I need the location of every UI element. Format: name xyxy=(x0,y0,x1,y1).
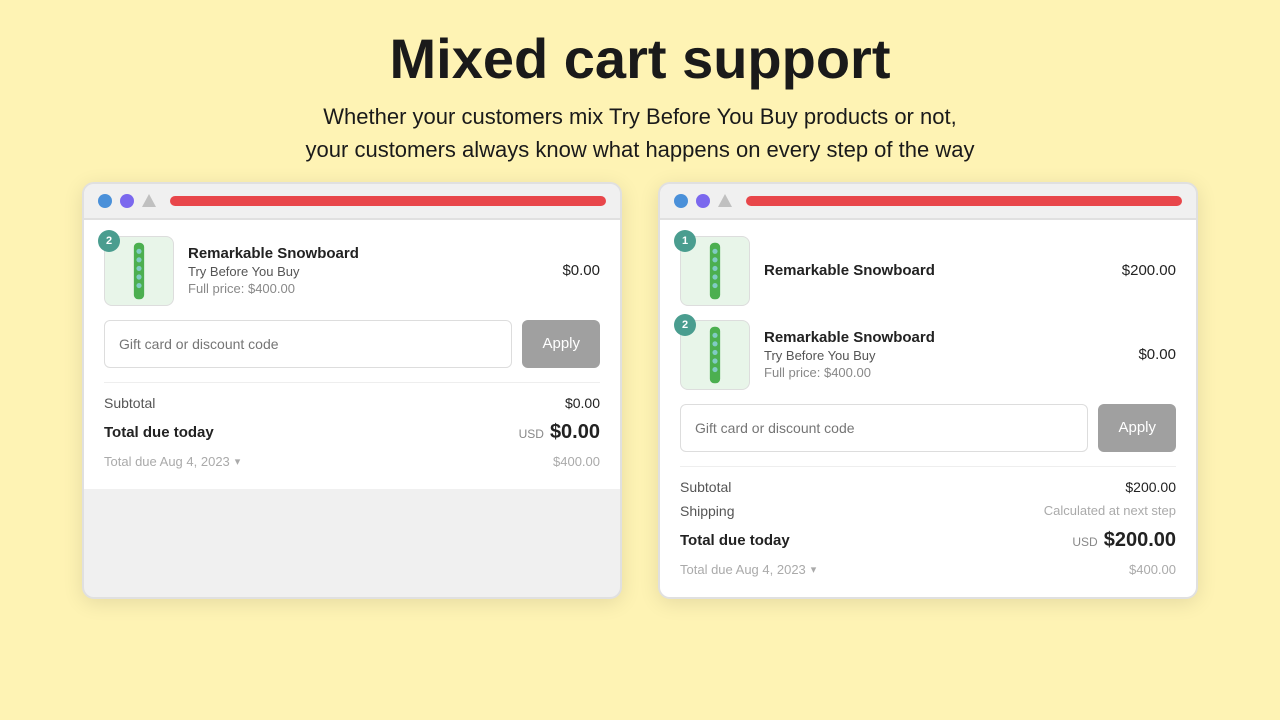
left-product-full-price: Full price: $400.00 xyxy=(188,281,548,296)
left-subtotal-row: Subtotal $0.00 xyxy=(104,391,600,415)
right-product1-name: Remarkable Snowboard xyxy=(764,262,1108,279)
left-subtotal-label: Subtotal xyxy=(104,395,155,411)
left-chevron-icon: ▾ xyxy=(235,455,241,468)
right-total-currency: USD xyxy=(1072,535,1097,549)
right-product2-tag: Try Before You Buy xyxy=(764,348,1124,363)
right-total-amount: $200.00 xyxy=(1104,529,1176,552)
right-product1-image-wrapper: 1 xyxy=(680,236,750,306)
right-total-row: Total due today USD $200.00 xyxy=(680,523,1176,558)
right-dot-triangle-icon xyxy=(718,194,732,207)
right-cart-window: 1 Remarkable Snowboard xyxy=(658,182,1198,599)
right-browser-bar xyxy=(660,184,1196,220)
left-apply-button[interactable]: Apply xyxy=(522,320,600,368)
right-chevron-icon: ▾ xyxy=(811,563,817,576)
right-url-bar xyxy=(746,196,1182,206)
left-product-info: Remarkable Snowboard Try Before You Buy … xyxy=(188,245,548,296)
left-browser-bar xyxy=(84,184,620,220)
left-total-value-group: USD $0.00 xyxy=(519,421,600,444)
right-future-value: $400.00 xyxy=(1129,562,1176,577)
right-future-label: Total due Aug 4, 2023 ▾ xyxy=(680,562,816,577)
left-total-row: Total due today USD $0.00 xyxy=(104,415,600,450)
right-subtotal-value: $200.00 xyxy=(1125,479,1176,495)
right-cart-content: 1 Remarkable Snowboard xyxy=(660,220,1196,597)
page-title: Mixed cart support xyxy=(306,28,975,90)
right-total-label: Total due today xyxy=(680,532,790,549)
right-divider xyxy=(680,466,1176,467)
right-subtotal-label: Subtotal xyxy=(680,479,731,495)
left-subtotal-value: $0.00 xyxy=(565,395,600,411)
right-discount-input[interactable] xyxy=(680,404,1088,452)
right-product1-info: Remarkable Snowboard xyxy=(764,262,1108,279)
dot-triangle-icon xyxy=(142,194,156,207)
right-product2-name: Remarkable Snowboard xyxy=(764,329,1124,346)
carts-container: 2 Remarkable Snowboard T xyxy=(0,182,1280,599)
right-shipping-row: Shipping Calculated at next step xyxy=(680,499,1176,523)
dot-blue-icon xyxy=(98,194,112,208)
right-dot-purple-icon xyxy=(696,194,710,208)
right-future-row: Total due Aug 4, 2023 ▾ $400.00 xyxy=(680,558,1176,581)
right-product2-info: Remarkable Snowboard Try Before You Buy … xyxy=(764,329,1124,380)
left-product-tag: Try Before You Buy xyxy=(188,264,548,279)
right-apply-button[interactable]: Apply xyxy=(1098,404,1176,452)
right-product1-price: $200.00 xyxy=(1122,262,1176,279)
right-product2-price: $0.00 xyxy=(1138,346,1176,363)
right-product2-item: 2 Remarkable Snowboard T xyxy=(680,320,1176,390)
left-discount-row: Apply xyxy=(104,320,600,368)
left-total-amount: $0.00 xyxy=(550,421,600,444)
right-product2-full-price: Full price: $400.00 xyxy=(764,365,1124,380)
dot-purple-icon xyxy=(120,194,134,208)
left-badge: 2 xyxy=(98,230,120,252)
right-total-value-group: USD $200.00 xyxy=(1072,529,1176,552)
left-product-item: 2 Remarkable Snowboard T xyxy=(104,236,600,306)
left-future-label: Total due Aug 4, 2023 ▾ xyxy=(104,454,240,469)
page-subtitle: Whether your customers mix Try Before Yo… xyxy=(306,100,975,166)
right-badge1: 1 xyxy=(674,230,696,252)
page-header: Mixed cart support Whether your customer… xyxy=(286,0,995,182)
right-dot-blue-icon xyxy=(674,194,688,208)
right-shipping-value: Calculated at next step xyxy=(1044,503,1176,518)
left-divider xyxy=(104,382,600,383)
left-product-name: Remarkable Snowboard xyxy=(188,245,548,262)
right-badge2: 2 xyxy=(674,314,696,336)
right-subtotal-row: Subtotal $200.00 xyxy=(680,475,1176,499)
right-product2-image-wrapper: 2 xyxy=(680,320,750,390)
left-total-currency: USD xyxy=(519,427,544,441)
left-product-image-wrapper: 2 xyxy=(104,236,174,306)
left-discount-input[interactable] xyxy=(104,320,512,368)
left-cart-content: 2 Remarkable Snowboard T xyxy=(84,220,620,489)
url-bar xyxy=(170,196,606,206)
right-product1-item: 1 Remarkable Snowboard xyxy=(680,236,1176,306)
left-future-value: $400.00 xyxy=(553,454,600,469)
right-shipping-label: Shipping xyxy=(680,503,735,519)
left-future-row: Total due Aug 4, 2023 ▾ $400.00 xyxy=(104,450,600,473)
right-discount-row: Apply xyxy=(680,404,1176,452)
left-cart-window: 2 Remarkable Snowboard T xyxy=(82,182,622,599)
left-product-price: $0.00 xyxy=(562,262,600,279)
left-total-label: Total due today xyxy=(104,424,214,441)
